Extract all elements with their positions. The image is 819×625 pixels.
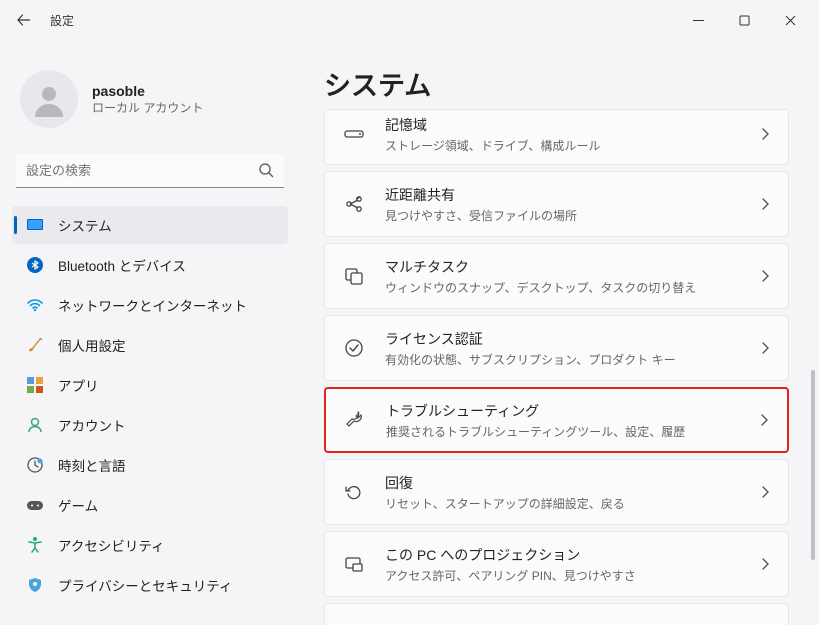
nav-time[interactable]: 時刻と言語 bbox=[12, 446, 288, 484]
minimize-button[interactable] bbox=[675, 4, 721, 36]
storage-icon bbox=[343, 123, 365, 145]
page-title: システム bbox=[324, 64, 795, 103]
bluetooth-icon bbox=[26, 256, 44, 274]
nav-gaming[interactable]: ゲーム bbox=[12, 486, 288, 524]
window-controls bbox=[675, 4, 813, 36]
wrench-icon bbox=[344, 409, 366, 431]
search-icon bbox=[258, 162, 274, 178]
nav-label: ゲーム bbox=[58, 495, 98, 515]
card-title: この PC へのプロジェクション bbox=[385, 545, 636, 565]
share-icon bbox=[343, 193, 365, 215]
brush-icon bbox=[26, 336, 44, 354]
chevron-right-icon bbox=[760, 269, 770, 283]
clock-icon bbox=[26, 456, 44, 474]
close-icon bbox=[785, 15, 796, 26]
card-subtitle: ウィンドウのスナップ、デスクトップ、タスクの切り替え bbox=[385, 279, 696, 296]
card-nearby-share[interactable]: 近距離共有 見つけやすさ、受信ファイルの場所 bbox=[324, 171, 789, 237]
nav-network[interactable]: ネットワークとインターネット bbox=[12, 286, 288, 324]
maximize-button[interactable] bbox=[721, 4, 767, 36]
nav-label: アクセシビリティ bbox=[58, 535, 165, 555]
nav-label: プライバシーとセキュリティ bbox=[58, 575, 232, 595]
nav-accounts[interactable]: アカウント bbox=[12, 406, 288, 444]
card-title: 記憶域 bbox=[385, 115, 600, 135]
chevron-right-icon bbox=[759, 413, 769, 427]
nav-label: システム bbox=[58, 215, 112, 235]
settings-list[interactable]: 記憶域 ストレージ領域、ドライブ、構成ルール 近距離共有 見つけやすさ、受信ファ… bbox=[324, 109, 795, 625]
card-subtitle: ストレージ領域、ドライブ、構成ルール bbox=[385, 137, 600, 154]
user-subtitle: ローカル アカウント bbox=[92, 99, 203, 116]
user-name: pasoble bbox=[92, 83, 203, 99]
card-subtitle: 見つけやすさ、受信ファイルの場所 bbox=[385, 207, 577, 224]
nav-label: ネットワークとインターネット bbox=[58, 295, 247, 315]
multitask-icon bbox=[343, 265, 365, 287]
card-title: マルチタスク bbox=[385, 257, 696, 277]
card-subtitle: 有効化の状態、サブスクリプション、プロダクト キー bbox=[385, 351, 676, 368]
card-title: 回復 bbox=[385, 473, 625, 493]
card-title: ライセンス認証 bbox=[385, 329, 676, 349]
card-subtitle: 推奨されるトラブルシューティングツール、設定、履歴 bbox=[386, 423, 685, 440]
search-box[interactable] bbox=[16, 154, 284, 188]
nav-label: アカウント bbox=[58, 415, 126, 435]
nav-label: Bluetooth とデバイス bbox=[58, 255, 186, 275]
card-storage[interactable]: 記憶域 ストレージ領域、ドライブ、構成ルール bbox=[324, 109, 789, 165]
card-activation[interactable]: ライセンス認証 有効化の状態、サブスクリプション、プロダクト キー bbox=[324, 315, 789, 381]
chevron-right-icon bbox=[760, 341, 770, 355]
card-title: トラブルシューティング bbox=[386, 401, 685, 421]
display-icon bbox=[26, 216, 44, 234]
minimize-icon bbox=[693, 15, 704, 26]
close-button[interactable] bbox=[767, 4, 813, 36]
back-button[interactable] bbox=[6, 2, 42, 38]
chevron-right-icon bbox=[760, 485, 770, 499]
recovery-icon bbox=[343, 481, 365, 503]
check-circle-icon bbox=[343, 337, 365, 359]
main: システム 記憶域 ストレージ領域、ドライブ、構成ルール 近距離共有 見つけやすさ… bbox=[300, 40, 819, 620]
avatar bbox=[20, 70, 78, 128]
shield-icon bbox=[26, 576, 44, 594]
card-subtitle: リセット、スタートアップの詳細設定、戻る bbox=[385, 495, 625, 512]
game-icon bbox=[26, 496, 44, 514]
chevron-right-icon bbox=[760, 197, 770, 211]
nav: システム Bluetooth とデバイス ネットワークとインターネット 個人用設… bbox=[12, 206, 288, 604]
person-icon bbox=[29, 79, 69, 119]
title-bar: 設定 bbox=[0, 0, 819, 40]
card-remote-desktop[interactable] bbox=[324, 603, 789, 625]
card-subtitle: アクセス許可、ペアリング PIN、見つけやすさ bbox=[385, 567, 636, 584]
nav-apps[interactable]: アプリ bbox=[12, 366, 288, 404]
maximize-icon bbox=[739, 15, 750, 26]
card-multitask[interactable]: マルチタスク ウィンドウのスナップ、デスクトップ、タスクの切り替え bbox=[324, 243, 789, 309]
chevron-right-icon bbox=[760, 557, 770, 571]
app-title: 設定 bbox=[50, 12, 74, 29]
card-title: 近距離共有 bbox=[385, 185, 577, 205]
nav-privacy[interactable]: プライバシーとセキュリティ bbox=[12, 566, 288, 604]
nav-system[interactable]: システム bbox=[12, 206, 288, 244]
card-troubleshoot[interactable]: トラブルシューティング 推奨されるトラブルシューティングツール、設定、履歴 bbox=[324, 387, 789, 453]
card-recovery[interactable]: 回復 リセット、スタートアップの詳細設定、戻る bbox=[324, 459, 789, 525]
apps-icon bbox=[26, 376, 44, 394]
scrollbar-vertical[interactable] bbox=[811, 370, 815, 560]
nav-label: 個人用設定 bbox=[58, 335, 126, 355]
projection-icon bbox=[343, 553, 365, 575]
nav-bluetooth[interactable]: Bluetooth とデバイス bbox=[12, 246, 288, 284]
nav-label: アプリ bbox=[58, 375, 99, 395]
nav-label: 時刻と言語 bbox=[58, 455, 126, 475]
accessibility-icon bbox=[26, 536, 44, 554]
card-projection[interactable]: この PC へのプロジェクション アクセス許可、ペアリング PIN、見つけやすさ bbox=[324, 531, 789, 597]
nav-personalization[interactable]: 個人用設定 bbox=[12, 326, 288, 364]
user-block[interactable]: pasoble ローカル アカウント bbox=[12, 52, 288, 154]
chevron-right-icon bbox=[760, 127, 770, 141]
search-input[interactable] bbox=[16, 154, 284, 188]
nav-accessibility[interactable]: アクセシビリティ bbox=[12, 526, 288, 564]
sidebar: pasoble ローカル アカウント システム Bluetooth とデバイス … bbox=[0, 40, 300, 620]
account-icon bbox=[26, 416, 44, 434]
wifi-icon bbox=[26, 296, 44, 314]
back-icon bbox=[16, 12, 32, 28]
